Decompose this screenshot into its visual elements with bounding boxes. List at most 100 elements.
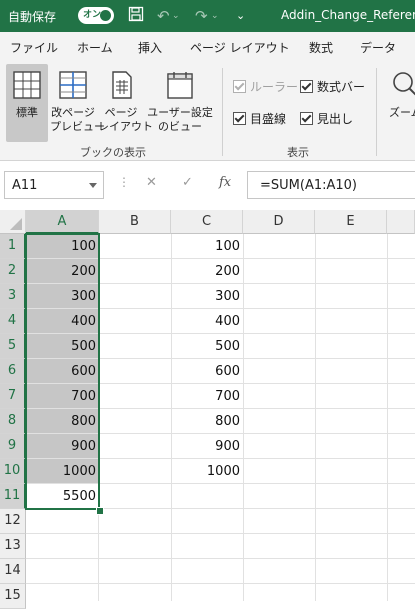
autosave-toggle[interactable]: オン <box>78 7 114 24</box>
zoom-button[interactable]: ズーム <box>385 64 415 142</box>
row-header[interactable]: 3 <box>0 284 26 309</box>
cell-c2[interactable]: 200 <box>171 259 243 284</box>
autosave-toggle-label: オン <box>83 7 101 24</box>
redo-icon[interactable]: ↷ <box>195 6 208 26</box>
gridlines-label: 目盛線 <box>250 112 286 126</box>
custom-views-label-2: のビュー <box>146 120 214 134</box>
row-header[interactable]: 4 <box>0 309 26 334</box>
toggle-knob <box>100 10 111 21</box>
row-header[interactable]: 9 <box>0 434 26 459</box>
column-header-b[interactable]: B <box>99 210 171 234</box>
grid-line <box>243 234 244 601</box>
customize-toolbar-icon[interactable]: ⌄ <box>236 6 245 26</box>
cell-c9[interactable]: 900 <box>171 434 243 459</box>
cell-c8[interactable]: 800 <box>171 409 243 434</box>
save-icon[interactable] <box>128 6 144 27</box>
custom-views-button[interactable]: ユーザー設定 のビュー <box>146 64 214 142</box>
page-break-preview-button[interactable]: 改ページ プレビュー <box>50 64 96 142</box>
tab-formulas[interactable]: 数式 <box>309 39 333 56</box>
zoom-icon <box>391 70 415 98</box>
cell-c6[interactable]: 600 <box>171 359 243 384</box>
headings-checkbox-box <box>300 112 313 125</box>
undo-dropdown-icon[interactable]: ⌄ <box>172 6 180 26</box>
normal-view-label: 標準 <box>6 106 48 120</box>
tab-insert[interactable]: 挿入 <box>138 39 162 56</box>
page-break-icon <box>58 70 88 100</box>
column-header-c[interactable]: C <box>171 210 243 234</box>
row-header[interactable]: 7 <box>0 384 26 409</box>
page-layout-label-2: レイアウト <box>98 120 144 134</box>
grid-line <box>387 234 388 601</box>
page-layout-view-button[interactable]: ページ レイアウト <box>98 64 144 142</box>
undo-icon[interactable]: ↶ <box>157 6 170 26</box>
grid-line <box>26 533 415 534</box>
headings-checkbox[interactable]: 見出し <box>300 110 353 127</box>
ribbon-separator-2 <box>376 68 377 156</box>
fill-handle[interactable] <box>96 507 104 515</box>
row-header[interactable]: 15 <box>0 584 26 609</box>
normal-view-icon <box>12 70 42 100</box>
gridlines-checkbox-box <box>233 112 246 125</box>
ribbon-separator <box>222 68 223 156</box>
page-layout-label-1: ページ <box>98 106 144 120</box>
column-header-f[interactable] <box>387 210 415 234</box>
ruler-checkbox[interactable]: ルーラー <box>233 78 298 95</box>
enter-icon[interactable]: ✓ <box>182 175 193 190</box>
row-header[interactable]: 8 <box>0 409 26 434</box>
group-book-views-label: ブックの表示 <box>80 144 146 160</box>
row-header[interactable]: 12 <box>0 509 26 534</box>
formula-text: =SUM(A1:A10) <box>260 178 357 193</box>
formula-input[interactable]: =SUM(A1:A10) <box>247 171 415 199</box>
row-header[interactable]: 14 <box>0 559 26 584</box>
row-header[interactable]: 11 <box>0 484 26 509</box>
cell-c1[interactable]: 100 <box>171 234 243 259</box>
cell-c7[interactable]: 700 <box>171 384 243 409</box>
formula-bar-label: 数式バー <box>317 80 365 94</box>
name-box[interactable]: A11 <box>4 171 104 199</box>
zoom-label: ズーム <box>389 106 415 120</box>
redo-dropdown-icon[interactable]: ⌄ <box>211 6 219 26</box>
grid-line <box>26 583 415 584</box>
window-title: Addin_Change_Referen <box>281 8 415 22</box>
formula-bar-checkbox-box <box>300 80 313 93</box>
headings-label: 見出し <box>317 112 353 126</box>
row-header[interactable]: 5 <box>0 334 26 359</box>
row-header[interactable]: 2 <box>0 259 26 284</box>
tab-data[interactable]: データ <box>360 39 396 56</box>
cell-c10[interactable]: 1000 <box>171 459 243 484</box>
row-header[interactable]: 1 <box>0 234 26 259</box>
column-header-d[interactable]: D <box>243 210 315 234</box>
name-box-value: A11 <box>12 178 37 193</box>
chevron-down-icon[interactable] <box>89 183 97 189</box>
grid-line <box>315 234 316 601</box>
tab-page-layout[interactable]: ページ レイアウト <box>190 39 290 56</box>
group-show-label: 表示 <box>287 144 309 160</box>
select-all-corner[interactable] <box>0 210 26 234</box>
grid-line <box>26 558 415 559</box>
formula-bar-checkbox[interactable]: 数式バー <box>300 78 365 95</box>
formula-bar: A11 ⋮ ✕ ✓ fx =SUM(A1:A10) <box>0 161 415 209</box>
gridlines-checkbox[interactable]: 目盛線 <box>233 110 286 127</box>
normal-view-button[interactable]: 標準 <box>6 64 48 142</box>
cell-c4[interactable]: 400 <box>171 309 243 334</box>
tab-file[interactable]: ファイル <box>10 39 58 56</box>
page-break-label-2: プレビュー <box>50 120 96 134</box>
column-header-e[interactable]: E <box>315 210 387 234</box>
column-header-a[interactable]: A <box>26 210 99 234</box>
selection-border <box>25 233 100 510</box>
tab-home[interactable]: ホーム <box>77 39 113 56</box>
row-header[interactable]: 10 <box>0 459 26 484</box>
more-dots-icon: ⋮ <box>118 175 130 189</box>
cell-c3[interactable]: 300 <box>171 284 243 309</box>
cell-c5[interactable]: 500 <box>171 334 243 359</box>
custom-views-icon <box>165 70 195 100</box>
row-header[interactable]: 6 <box>0 359 26 384</box>
row-header[interactable]: 13 <box>0 534 26 559</box>
title-bar: 自動保存 オン ↶ ⌄ ↷ ⌄ ⌄ Addin_Change_Referen <box>0 0 415 32</box>
ruler-checkbox-box <box>233 80 246 93</box>
page-break-label-1: 改ページ <box>50 106 96 120</box>
insert-function-icon[interactable]: fx <box>219 175 231 190</box>
page-layout-icon <box>106 70 136 100</box>
cancel-icon[interactable]: ✕ <box>146 175 157 190</box>
ruler-label: ルーラー <box>250 80 298 94</box>
